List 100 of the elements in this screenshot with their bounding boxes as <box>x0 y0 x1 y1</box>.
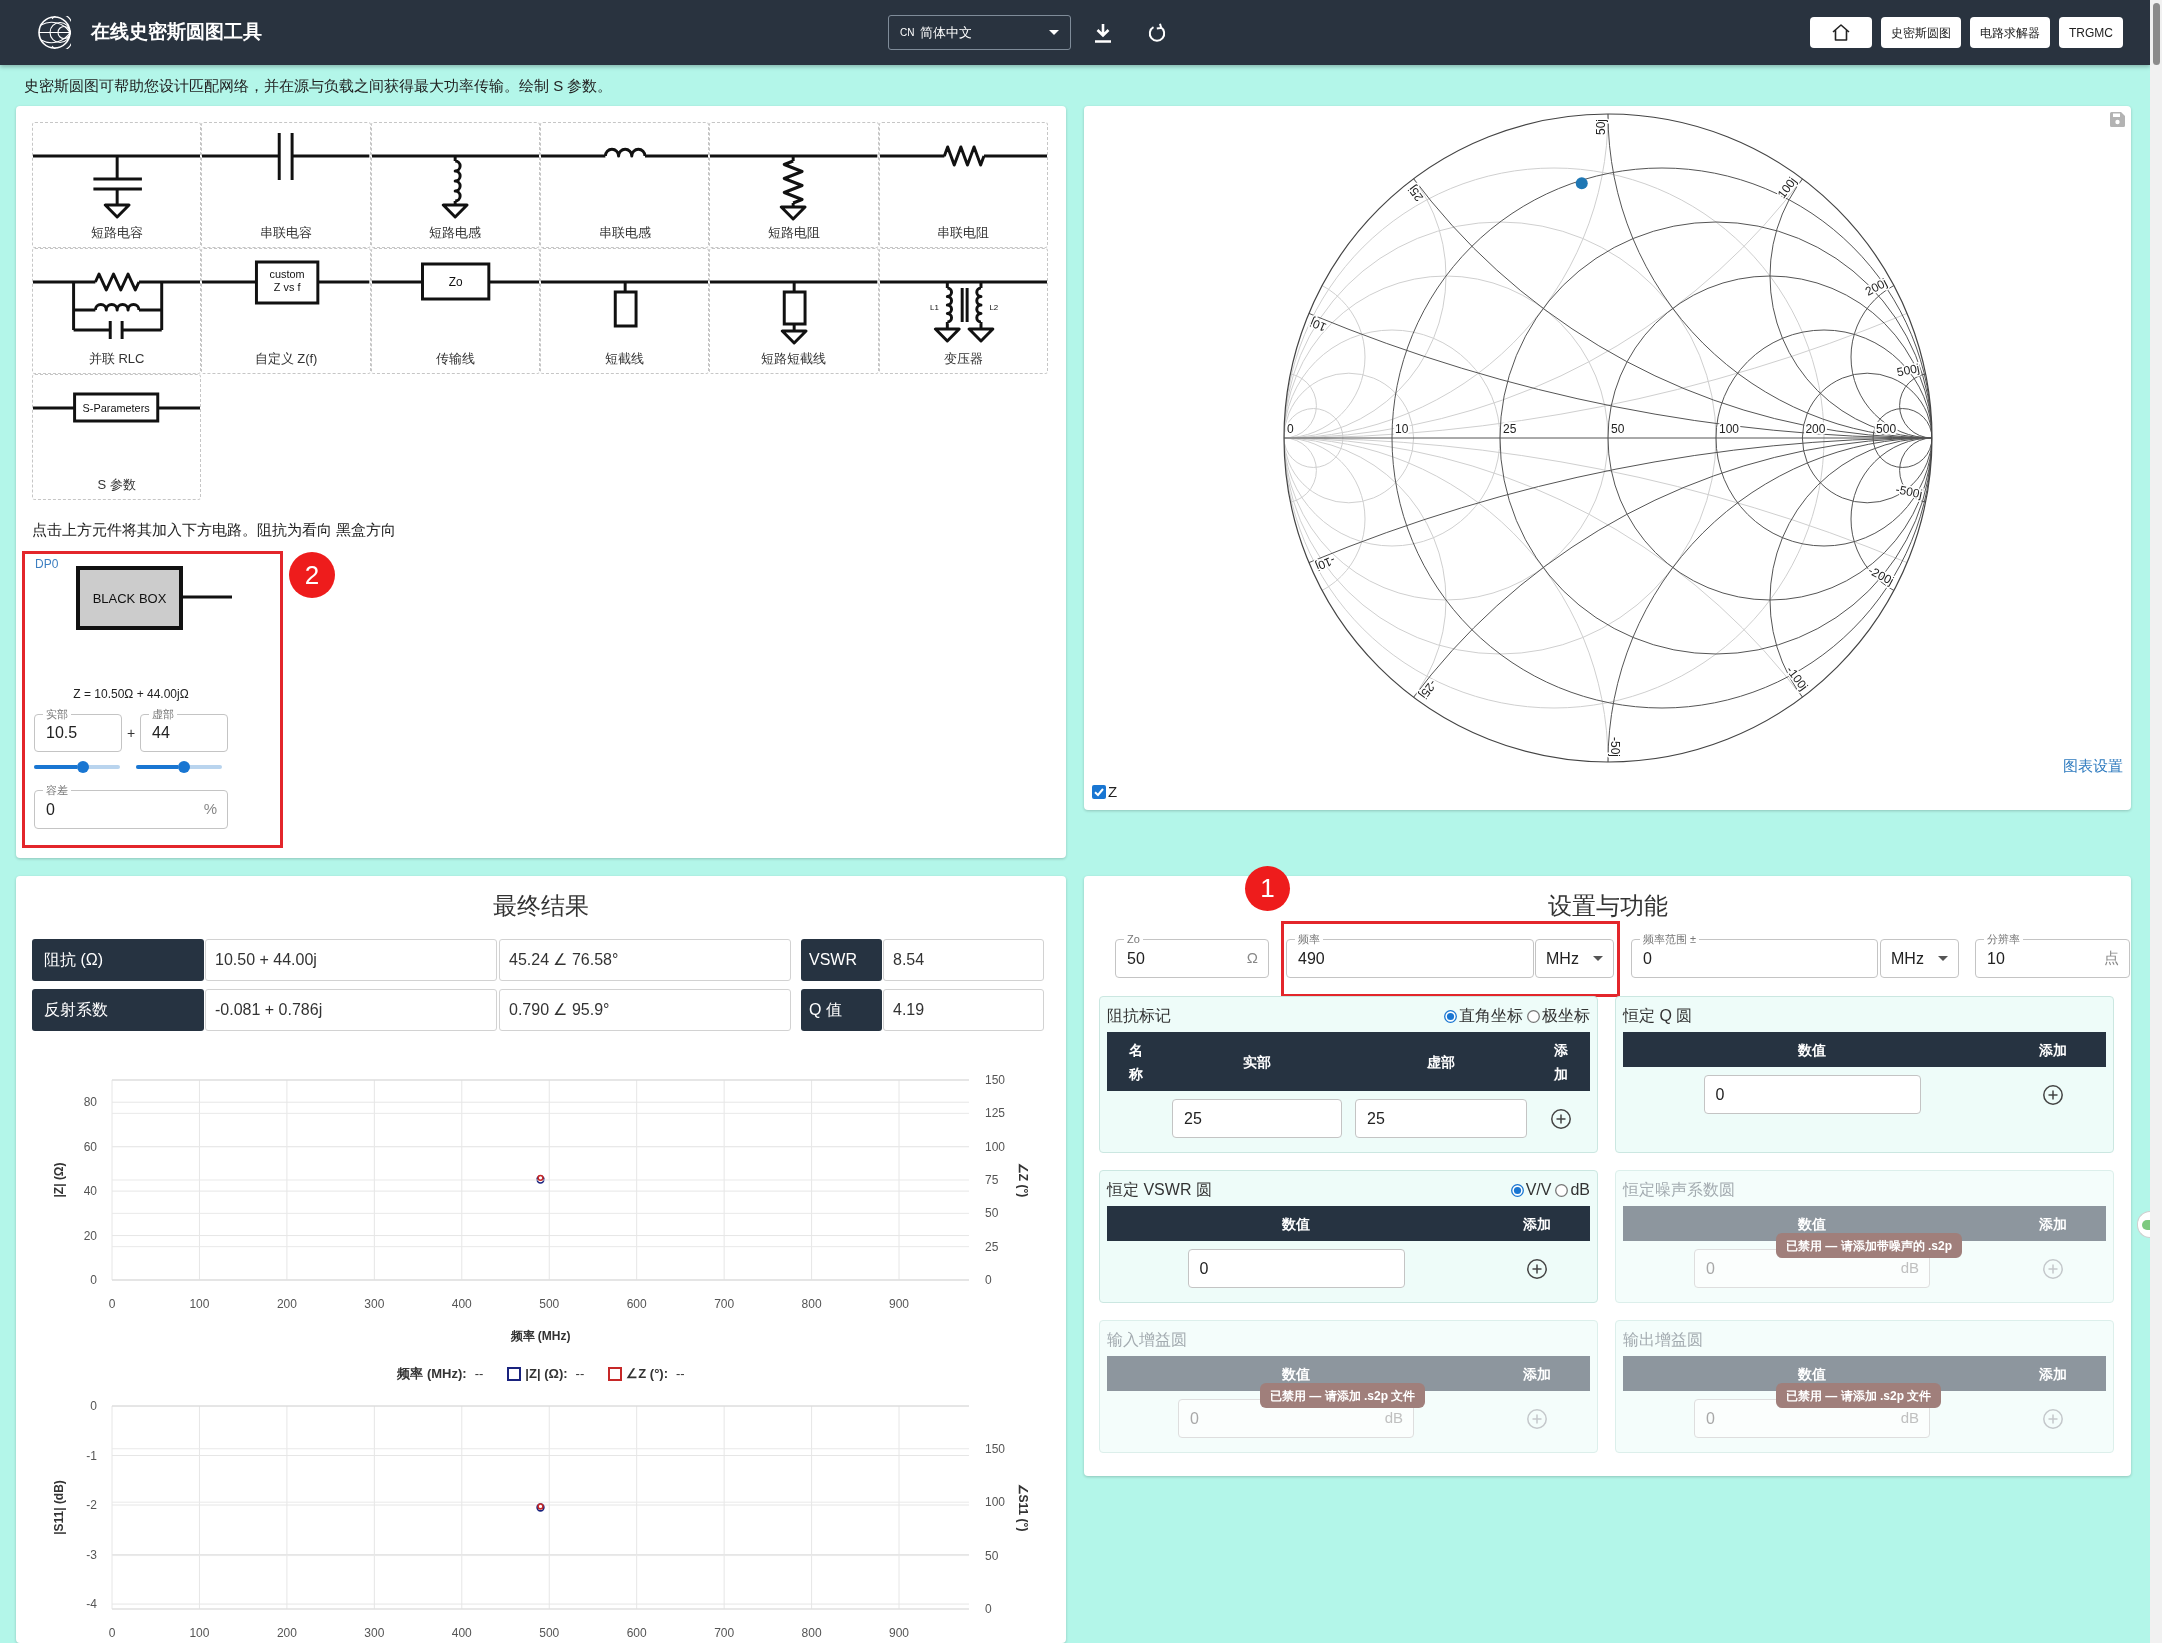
tick-label: 100 <box>985 1495 1006 1510</box>
resistance-label: 10 <box>1394 422 1408 436</box>
symbol-text: Zo <box>448 274 463 289</box>
app-title: 在线史密斯圆图工具 <box>91 20 262 45</box>
column-header: 数值 <box>1798 1214 1826 1233</box>
hint-text: 点击上方元件将其加入下方电路。阻抗为看向 黑盒方向 <box>32 520 398 540</box>
unit-label: dB <box>1900 1408 1920 1429</box>
disabled-tooltip: 已禁用 — 请添加 .s2p 文件 <box>1776 1383 1942 1408</box>
panel-title: 输出增益圆 <box>1623 1330 1703 1350</box>
readout-value: -- <box>676 1365 685 1384</box>
result-value: -0.081 + 0.786j <box>205 989 497 1031</box>
tick-label: -1 <box>86 1448 97 1463</box>
tick-label: 500 <box>539 1297 560 1311</box>
tick-label: 100 <box>189 1626 210 1640</box>
tick-label: 80 <box>83 1095 97 1110</box>
tick-label: 200 <box>276 1297 297 1311</box>
tick-label: 20 <box>83 1228 97 1243</box>
reactance-label: -25j <box>1416 677 1440 702</box>
tick-label: 0 <box>985 1602 992 1616</box>
tick-label: 500 <box>539 1626 560 1640</box>
column-header: 数值 <box>1282 1214 1310 1233</box>
column-header: 添加 <box>2039 1364 2067 1383</box>
tick-label: 50 <box>985 1548 999 1563</box>
tick-label: 0 <box>108 1297 116 1311</box>
field-label: 虚部 <box>149 707 177 721</box>
unit-label: dB <box>1900 1258 1920 1279</box>
symbol-text: Z vs f <box>274 280 301 293</box>
tick-label: 600 <box>626 1297 647 1311</box>
tick-label: 150 <box>985 1073 1006 1087</box>
tick-label: 800 <box>801 1626 822 1640</box>
tick-label: 400 <box>451 1297 472 1311</box>
field-label: 实部 <box>43 707 71 721</box>
readout-label: ∠Z (°): <box>626 1365 668 1384</box>
field-label: 频率 <box>1295 932 1323 946</box>
reactance-label: -50j <box>1607 737 1622 757</box>
box-label: BLACK BOX <box>93 590 167 606</box>
tick-label: 900 <box>889 1626 910 1640</box>
tick-label: 25 <box>985 1239 999 1254</box>
symbol-text: custom <box>269 267 305 280</box>
symbol-text: L1 <box>929 302 939 312</box>
tick-label: 0 <box>90 1399 97 1413</box>
tick-label: 200 <box>276 1626 297 1640</box>
tick-label: 0 <box>90 1273 97 1287</box>
panel-title: 恒定噪声系数圆 <box>1623 1180 1735 1200</box>
tick-label: 0 <box>985 1273 992 1287</box>
tick-label: 900 <box>889 1297 910 1311</box>
plus-sign: + <box>125 723 137 743</box>
tick-label: 100 <box>189 1297 210 1311</box>
unit-label: dB <box>1384 1408 1404 1429</box>
readout-label: |Z| (Ω): <box>525 1365 568 1384</box>
unit-label: % <box>203 799 218 820</box>
result-label: Q 值 <box>801 989 882 1031</box>
impedance-text: Z = 10.50Ω + 44.00jΩ <box>72 686 190 702</box>
port-label: DP0 <box>35 556 59 572</box>
tick-label: 400 <box>451 1626 472 1640</box>
tick-label: -4 <box>86 1597 97 1612</box>
tick-label: 700 <box>714 1297 735 1311</box>
result-label: 反射系数 <box>32 989 204 1031</box>
column-header: 添加 <box>1523 1214 1551 1233</box>
reactance-label: 10j <box>1307 315 1328 335</box>
tick-label: 700 <box>714 1626 735 1640</box>
panel-title: 阻抗标记 <box>1107 1006 1171 1026</box>
readout-value: -- <box>474 1365 484 1384</box>
resistance-label: 25 <box>1502 422 1516 436</box>
tick-label: 800 <box>801 1297 822 1311</box>
symbol-text: L2 <box>989 302 998 312</box>
reactance-label: 50j <box>1593 119 1608 135</box>
column-header: 添加 <box>1523 1364 1551 1383</box>
column-header: 添加 <box>2039 1214 2067 1233</box>
resistance-label: 50 <box>1610 422 1624 436</box>
unit-label: 点 <box>2104 948 2120 969</box>
readout-label: 频率 (MHz): <box>397 1365 467 1384</box>
result-value: 0.790 ∠ 95.9° <box>499 989 791 1031</box>
axis-title: ∠S11 (°) <box>1016 1483 1030 1532</box>
field-label: 频率范围 ± <box>1640 932 1700 946</box>
field-label: Zo <box>1124 932 1143 946</box>
column-header: 名称 <box>1129 1040 1143 1084</box>
panel-title: 恒定 Q 圆 <box>1623 1006 1693 1026</box>
panel-title: 恒定 VSWR 圆 <box>1107 1180 1212 1200</box>
tick-label: 50 <box>985 1206 999 1221</box>
tick-label: 60 <box>83 1139 97 1154</box>
axis-title: |Z| (Ω) <box>52 1162 66 1198</box>
symbol-text: S-Parameters <box>82 401 150 414</box>
tick-label: 100 <box>985 1139 1006 1154</box>
column-header: 添加 <box>1554 1040 1568 1084</box>
unit-label: Ω <box>1246 948 1259 969</box>
section-title: 最终结果 <box>492 892 590 920</box>
reactance-label: 200j <box>1862 275 1889 299</box>
result-value: 10.50 + 44.00j <box>205 939 497 981</box>
result-value: 8.54 <box>883 939 1044 981</box>
resistance-label: 100 <box>1718 422 1739 436</box>
column-header: 添加 <box>2039 1040 2067 1059</box>
disabled-tooltip: 已禁用 — 请添加 .s2p 文件 <box>1260 1383 1426 1408</box>
field-label: 分辨率 <box>1984 932 2023 946</box>
resistance-label: 200 <box>1804 422 1825 436</box>
reactance-label: -500j <box>1894 482 1923 502</box>
result-label: 阻抗 (Ω) <box>32 939 204 981</box>
tick-label: -2 <box>86 1498 97 1512</box>
step-badge: 2 <box>289 552 335 598</box>
tick-label: 300 <box>364 1626 385 1640</box>
